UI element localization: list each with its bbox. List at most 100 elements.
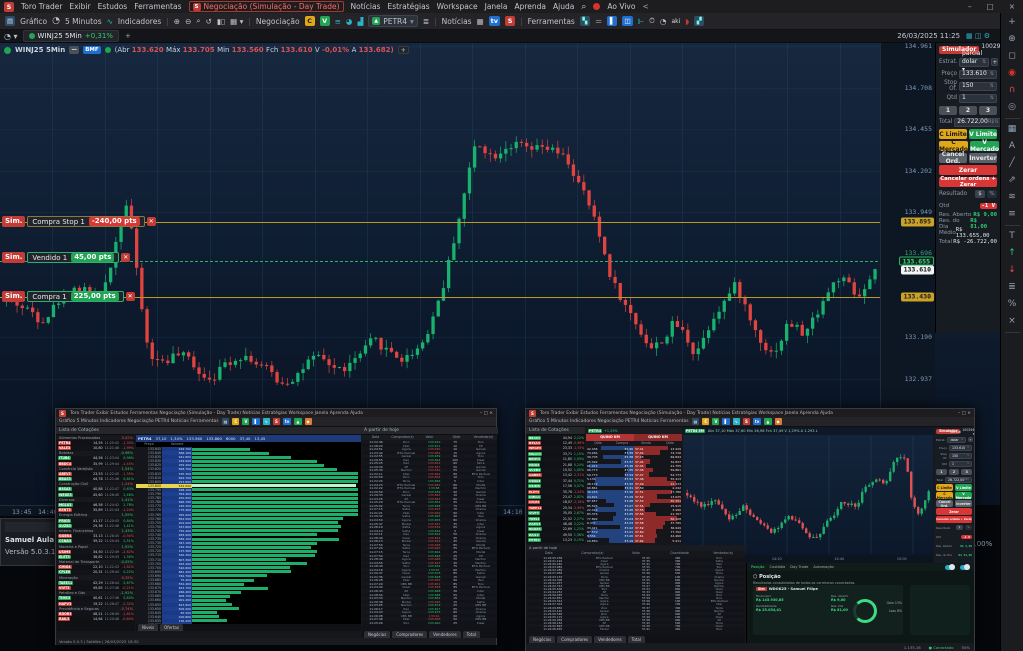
quote-row[interactable]: BBDC435,9911:29:44-1,45% [57,461,135,466]
quote-row[interactable]: ABEV323,5311:22:45-1,35% [57,471,135,476]
position-tab[interactable]: Custódia [770,565,786,569]
cancel-and-zero-button[interactable]: Cancelar ordens + Zerar [939,177,997,187]
quote-row[interactable]: MGLU346,5811:24:422,78% [57,502,135,507]
record-icon[interactable]: ◉ [1005,67,1020,80]
position-tab[interactable]: Automação [813,565,833,569]
arrow-up-icon[interactable]: ↑ [1005,247,1020,260]
position-tab[interactable]: Day Trade [790,565,808,569]
trades-tab[interactable]: Total [628,636,645,643]
quote-row[interactable]: SUZB329,3611:22:461,41% [57,523,135,528]
mini-window-right[interactable]: SToro Trader Exibir Estudos Ferramentas … [525,408,975,651]
tool3-icon[interactable]: ▌ [607,16,617,26]
book-row[interactable]: 10.85037,1937,625.411 [586,538,682,542]
menu-noticias[interactable]: Notícias [351,2,381,11]
toolbar-indicadores[interactable]: Indicadores [118,17,161,26]
mini-toolbar-icon[interactable]: ◆ [775,418,782,425]
quote-row[interactable]: SUZB315,521,00% [527,467,585,472]
trades-tab[interactable]: Negócios [529,636,555,643]
menu-negociacao-sim[interactable]: S Negociação (Simulação - Day Trade) [189,1,344,12]
ladder-tab[interactable]: Níveis [138,624,158,631]
mini-toolbar-icon[interactable]: tv [753,418,762,425]
quote-row[interactable]: BBAS344,942,12% [527,435,585,440]
mini-toolbar-icon[interactable]: ∿ [263,418,270,425]
cancel-and-zero-button[interactable]: Cancelar ordens + Zerar [936,516,972,523]
menu-exibir[interactable]: Exibir [69,2,90,11]
chat-icon[interactable]: ◗ [685,17,689,26]
order-annotation[interactable]: Sim.Compra 1225,00 pts✕ [2,291,135,302]
invert-button[interactable]: Inverter [969,153,997,163]
live-toggle[interactable] [945,565,955,570]
order-annotation[interactable]: Sim.Compra Stop 1-240,00 pts✕ [2,216,156,227]
order-book[interactable]: PETR4+1,29%QUINO KMQUINO KMQtdeCompraVen… [586,427,682,543]
buy-market-button[interactable]: C Mercado [936,492,953,499]
tnt-row[interactable]: 11:25:26Toro133.62025Clear [362,621,497,625]
mini-toolbar-icon[interactable]: ▌ [252,418,259,425]
qty-preset-button[interactable]: 1 [939,106,957,115]
trendline-icon[interactable]: ╱ [1005,157,1020,170]
quote-row[interactable]: RAIL349,501,36% [527,532,585,537]
quote-row[interactable]: RDOR348,2111:26:49-1,61% [57,611,135,616]
tnt-tab[interactable]: Negócios [364,631,390,638]
percent-toggle[interactable]: % [987,190,997,198]
buy-limit-button[interactable]: C Limite [939,129,967,139]
sim-input stop-offset[interactable]: 150⇅ [949,453,972,459]
add-tab-button[interactable]: + [125,32,131,40]
toolbar-ferramentas[interactable]: Ferramentas [528,17,575,26]
tnt-tab[interactable]: Total [463,631,480,638]
sim-input strategy[interactable]: parcial dolar ▾⇅ [947,437,966,443]
quote-row[interactable]: USIM534,5011:22:49-2,62% [57,549,135,554]
position-tab[interactable]: Posição [751,565,765,569]
tnt-panel-header[interactable]: A partir de hoje [361,427,498,435]
percent-toggle[interactable]: % [965,525,972,530]
shapes-icon[interactable]: ◻ [1005,50,1020,63]
bars-icon[interactable]: ▟ [357,17,363,26]
mini-toolbar-icon[interactable]: V [242,418,249,425]
mini-toolbar-icon[interactable]: ▲ [764,418,771,425]
quote-row[interactable]: HAPV319,2211:26:47-2,32% [57,601,135,606]
toolbar-negociacao[interactable]: Negociação [256,17,300,26]
quote-row[interactable]: CMIG423,472,82% [527,494,585,499]
zero-button[interactable]: Zerar [939,165,997,175]
quote-row[interactable]: VALE310,8011:21:46-1,99% [57,445,135,450]
menu-aprenda[interactable]: Aprenda [514,2,546,11]
alarm-icon[interactable]: ⏱ [649,16,655,26]
clock-icon[interactable]: ◔ [52,16,60,26]
qty-preset-button[interactable]: 3 [979,106,997,115]
account-select[interactable]: 100294 ▾ [962,428,974,436]
target-icon[interactable]: ⊕ [1005,33,1020,46]
spinner-icon[interactable]: ⇅ [967,460,969,468]
tool5-icon[interactable]: ⊩ [638,17,645,26]
quote-row[interactable]: ELET338,8211:29:431,35% [57,554,135,559]
window-maximize[interactable]: □ [983,2,998,11]
menu-estudos[interactable]: Estudos [98,2,128,11]
quote-row[interactable]: TAEE1142,2911:26:442,67% [57,580,135,585]
tnt-tab[interactable]: Vendedores [429,631,461,638]
sell-market-button[interactable]: V Mercado [955,492,972,499]
tool4-icon[interactable]: ◫ [622,16,632,26]
mini-toolbar-icon[interactable]: C [232,418,239,425]
mini-chart-panel[interactable]: PETR4 5MAbr 37,10 Máx 37,60 Mín 36,98 Fc… [683,427,933,563]
order-annotation[interactable]: Sim.Vendido 145,00 pts✕ [2,252,130,263]
zoom-out-icon[interactable]: ⊖ [185,17,191,26]
qty-preset-button[interactable]: 2 [959,106,977,115]
chart-tab[interactable]: WINJ25 5Min +0,31% [23,30,119,42]
news-grid-icon[interactable]: ▦ [477,17,484,26]
magnet-icon[interactable]: ∩ [1005,84,1020,97]
mini-toolbar-icon[interactable]: V [712,418,719,425]
mini-right-titlebar[interactable]: SToro Trader Exibir Estudos Ferramentas … [526,409,974,417]
mini-window-controls[interactable]: – □ × [958,411,971,416]
candle-style-icon[interactable]: ▮▯ [217,17,225,26]
quote-row[interactable]: B3SA312,49-0,66% [527,440,585,445]
trades-tab[interactable]: Compradores [557,636,592,643]
mini-menu[interactable]: Toro Trader Exibir Estudos Ferramentas N… [70,411,363,416]
trade-row[interactable]: 11:24:06.835Modal37,41400Rico [527,627,745,630]
menu-estrategias[interactable]: Estratégias [387,2,429,11]
quote-row[interactable]: PETR413,230,19% [527,537,585,542]
symbol-select[interactable]: ▲ PETR4▾ [368,15,418,27]
quotes-panel-header[interactable]: Lista de Cotações [526,427,585,435]
mini-window-left[interactable]: SToro Trader Exibir Estudos Ferramentas … [55,408,497,645]
pie-icon[interactable]: ◕ [346,17,353,26]
close-order-button[interactable]: ✕ [126,292,135,301]
book-icon[interactable]: ≡ [335,17,341,26]
remove-icon[interactable]: × [1005,315,1020,328]
